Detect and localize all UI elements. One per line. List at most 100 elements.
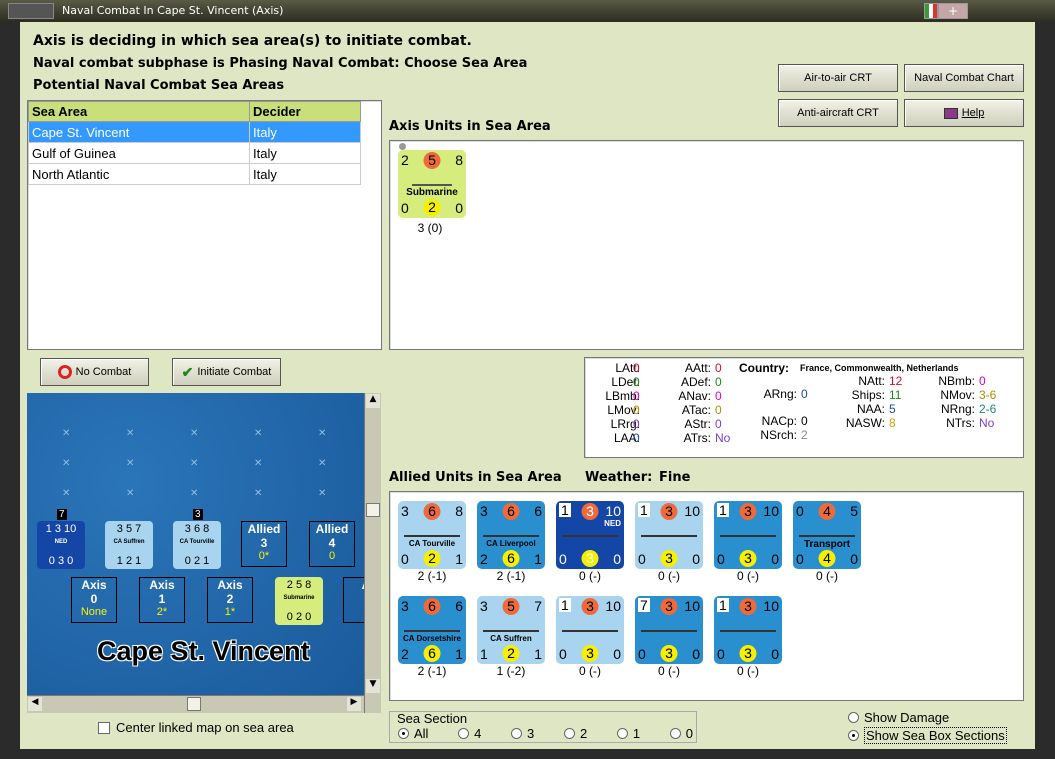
ship-icon <box>483 618 539 632</box>
sea-section-option[interactable]: 0 <box>669 726 693 741</box>
anti-aircraft-crt-button[interactable]: Anti-aircraft CRT <box>778 99 898 127</box>
map-unit-counter[interactable]: 2 5 8 Submarine 0 2 0 <box>275 577 323 625</box>
allied-unit-counter[interactable]: 3 6 6 2 6 1 CA Liverpool <box>477 501 545 569</box>
weather-label: Weather: <box>585 470 653 485</box>
unit-defense: 6 <box>423 503 441 520</box>
allied-unit-counter[interactable]: 3 6 8 0 2 1 CA Tourville <box>398 501 466 569</box>
table-row[interactable]: Cape St. Vincent Italy <box>28 121 361 143</box>
map-unit-counter[interactable]: 3 5 7 CA Suffren 1 2 1 <box>105 521 153 569</box>
scroll-thumb[interactable] <box>366 503 380 517</box>
scroll-thumb[interactable] <box>187 697 201 711</box>
unit-caption: 0 (-) <box>579 664 601 678</box>
unit-asw: 3 <box>739 550 757 567</box>
map-horizontal-scrollbar[interactable]: ◀ ▶ <box>27 695 364 713</box>
allied-unit-counter[interactable]: 1 3 10 0 3 0 <box>635 501 703 569</box>
stat-value: No <box>715 431 731 445</box>
sea-section-option-label: 0 <box>685 726 693 741</box>
stat-label: ARng: <box>763 387 797 401</box>
ship-icon <box>720 618 776 632</box>
radio-button[interactable] <box>398 728 409 739</box>
allied-unit-counter[interactable]: 3 6 6 2 6 1 CA Dorsetshire <box>398 596 466 664</box>
ship-icon <box>641 523 697 537</box>
stats-panel: LAtt: LDef: LBmb: LMov: LRrg: LAA: 000000 AAt… <box>584 357 1024 458</box>
box-label: Allied <box>315 522 349 536</box>
radio-button[interactable] <box>458 728 470 739</box>
allied-unit-counter[interactable]: 3 5 7 1 2 1 CA Suffren <box>477 596 545 664</box>
subphase-line: Naval combat subphase is Phasing Naval C… <box>33 56 528 71</box>
axis-sea-box[interactable]: Axis 2 1* <box>207 577 253 623</box>
window-menu-icon[interactable] <box>8 3 54 19</box>
sea-section-option[interactable]: All <box>398 726 428 741</box>
unit-attack: 2 <box>401 152 409 168</box>
scroll-down-icon[interactable]: ▼ <box>366 679 380 693</box>
sea-section-option[interactable]: 2 <box>563 726 587 741</box>
radio-button[interactable] <box>669 728 681 739</box>
radio-button[interactable] <box>616 728 628 739</box>
scroll-left-icon[interactable]: ◀ <box>28 697 42 711</box>
allied-unit-counter[interactable]: 1 3 10 0 3 0 NED <box>556 501 624 569</box>
radio-button[interactable] <box>848 730 859 741</box>
table-row[interactable]: Gulf of Guinea Italy <box>28 142 361 164</box>
window-title: Naval Combat In Cape St. Vincent (Axis) <box>62 4 284 17</box>
box-value: 2* <box>156 606 168 618</box>
help-button[interactable]: Help <box>904 99 1024 127</box>
unit-range: 0 <box>613 646 621 662</box>
initiate-combat-label: Initiate Combat <box>197 366 272 378</box>
close-icon[interactable]: + <box>938 3 968 19</box>
stat-label: LDef: <box>611 375 640 389</box>
table-row[interactable]: North Atlantic Italy <box>28 163 361 185</box>
stack-count-badge: 3 <box>193 509 203 520</box>
center-linked-checkbox[interactable]: Center linked map on sea area <box>98 720 294 735</box>
allied-unit-counter[interactable]: 1 3 10 0 3 0 <box>714 501 782 569</box>
radio-button[interactable] <box>563 728 575 739</box>
radio-button[interactable] <box>511 728 523 739</box>
unit-defense: 3 <box>739 598 757 615</box>
allied-sea-box[interactable]: Allied 4 0 <box>309 521 355 567</box>
scroll-up-icon[interactable]: ▲ <box>366 394 380 408</box>
sea-section-option-label: 3 <box>527 726 535 741</box>
air-to-air-crt-button[interactable]: Air-to-air CRT <box>778 64 898 92</box>
stat-label: NSrch: <box>760 428 797 442</box>
radio-button[interactable] <box>848 712 859 723</box>
show-sections-option[interactable]: Show Sea Box Sections <box>848 727 1007 744</box>
map-unit-counter[interactable]: 3 6 8 CA Tourville 0 2 1 3 <box>173 509 221 569</box>
show-damage-option[interactable]: Show Damage <box>848 710 949 725</box>
unit-defense: 3 <box>660 503 678 520</box>
axis-unit-counter[interactable]: 2 5 8 Submarine 0 2 0 <box>398 150 466 218</box>
stat-label: LBmb: <box>605 389 640 403</box>
sea-section-option[interactable]: 3 <box>511 726 534 741</box>
allied-sea-box[interactable]: Allied 3 0* <box>241 521 287 567</box>
checkbox-box[interactable] <box>98 721 110 734</box>
wave-icon: ✕ <box>62 458 71 469</box>
allied-unit-counter[interactable]: 1 3 10 0 3 0 <box>556 596 624 664</box>
allied-unit-counter[interactable]: 1 3 10 0 3 0 <box>714 596 782 664</box>
stat-label: NBmb: <box>938 374 975 388</box>
allied-unit-counter[interactable]: 7 3 10 0 3 0 <box>635 596 703 664</box>
scroll-right-icon[interactable]: ▶ <box>347 697 361 711</box>
unit-attack: 1 <box>559 502 571 518</box>
map-unit-counter[interactable]: 1 3 10 NED 0 3 0 7 <box>37 509 85 569</box>
map-vertical-scrollbar[interactable]: ▲ ▼ <box>364 393 381 713</box>
initiate-combat-button[interactable]: ✔ Initiate Combat <box>172 358 281 386</box>
stat-value: 0 <box>715 417 722 431</box>
unit-slot: 1 3 10 0 3 0 0 (-) <box>714 596 782 678</box>
sea-section-option[interactable]: 4 <box>458 726 481 741</box>
stat-value: 0 <box>633 417 640 431</box>
column-decider[interactable]: Decider <box>249 101 361 122</box>
stat-label: NASW: <box>845 416 885 430</box>
sea-area-map[interactable]: 1 3 10 NED 0 3 0 7 3 5 7 CA Suffren 1 2 1 3 6 8… <box>27 393 381 713</box>
allied-unit-counter[interactable]: 0 4 5 0 4 0 Transport <box>793 501 861 569</box>
sea-section-option[interactable]: 1 <box>616 726 640 741</box>
axis-sea-box[interactable]: Axis 1 2* <box>139 577 185 623</box>
axis-sea-box[interactable]: Axis 0 None <box>71 577 117 623</box>
unit-caption: 0 (-) <box>579 569 601 583</box>
stats-col3-values: 002 <box>801 387 821 442</box>
no-combat-button[interactable]: No Combat <box>40 358 149 386</box>
naval-combat-chart-button[interactable]: Naval Combat Chart <box>904 64 1024 92</box>
wave-icon: ✕ <box>318 428 327 439</box>
stat-value: 0 <box>715 375 722 389</box>
ship-icon <box>404 523 460 537</box>
wave-icon: ✕ <box>190 488 199 499</box>
column-sea-area[interactable]: Sea Area <box>28 101 250 122</box>
stats-col1: LAtt: LDef: LBmb: LMov: LRrg: LAA: <box>585 361 640 445</box>
